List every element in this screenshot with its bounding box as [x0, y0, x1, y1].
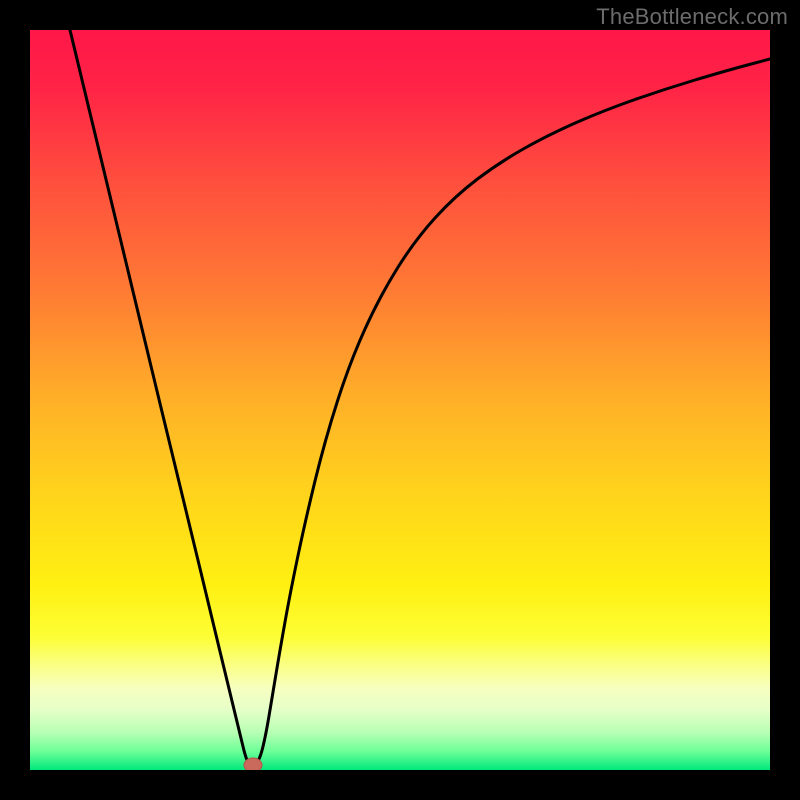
bottleneck-curve	[70, 30, 770, 765]
curve-layer	[30, 30, 770, 770]
watermark-text: TheBottleneck.com	[596, 4, 788, 30]
plot-area	[30, 30, 770, 770]
chart-frame: TheBottleneck.com	[0, 0, 800, 800]
optimal-point-marker	[244, 758, 262, 770]
